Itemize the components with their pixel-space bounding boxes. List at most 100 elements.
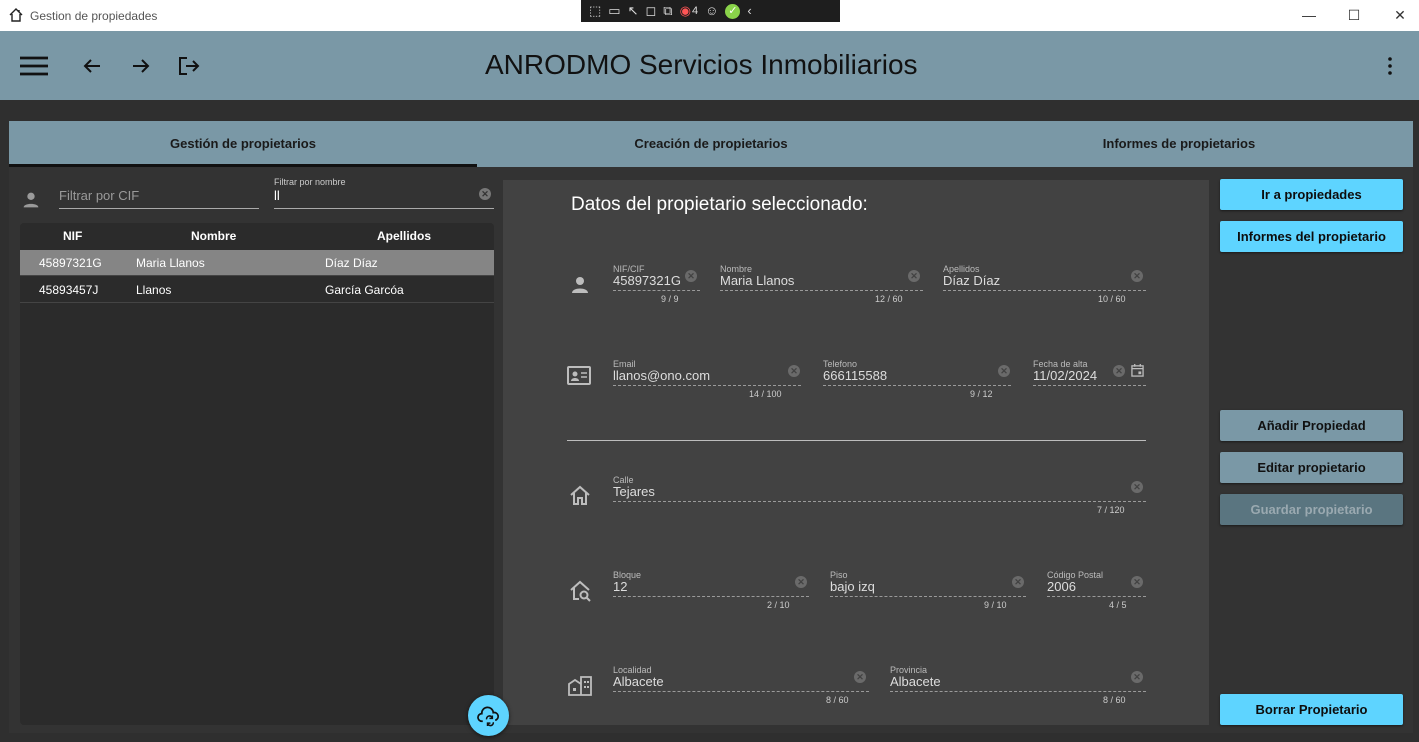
chevron-left-icon[interactable]: ‹ <box>747 3 751 19</box>
person-icon <box>572 277 588 293</box>
email-counter: 14 / 100 <box>749 389 782 399</box>
cp-value: 2006 <box>1047 579 1076 594</box>
provincia-field[interactable]: Provincia Albacete ✕ 8 / 60 <box>890 665 1146 709</box>
anadir-propiedad-button[interactable]: Añadir Propiedad <box>1220 410 1403 441</box>
clear-filter-icon[interactable]: ✕ <box>479 188 491 200</box>
debug-error-icon[interactable]: ◉ <box>680 3 691 19</box>
editar-propietario-button[interactable]: Editar propietario <box>1220 452 1403 483</box>
nif-value: 45897321G <box>613 273 681 288</box>
bloque-value: 12 <box>613 579 628 594</box>
contact-card-icon <box>567 366 591 385</box>
informes-propietario-button[interactable]: Informes del propietario <box>1220 221 1403 252</box>
clear-icon[interactable]: ✕ <box>854 671 866 683</box>
back-arrow-icon[interactable] <box>78 51 108 81</box>
logout-icon[interactable] <box>174 51 204 81</box>
cloud-sync-icon <box>477 706 500 727</box>
nombre-filter-input[interactable]: Filtrar por nombre ll ✕ <box>274 177 494 209</box>
cell-nombre: Llanos <box>136 283 172 297</box>
guardar-propietario-button: Guardar propietario <box>1220 494 1403 525</box>
clear-icon[interactable]: ✕ <box>1012 576 1024 588</box>
clear-icon[interactable]: ✕ <box>1131 270 1143 282</box>
clear-icon[interactable]: ✕ <box>998 365 1010 377</box>
owner-detail-panel <box>503 180 1209 725</box>
person-icon <box>23 192 39 208</box>
forward-arrow-icon[interactable] <box>126 51 156 81</box>
detail-title: Datos del propietario seleccionado: <box>571 194 868 215</box>
nombre-field[interactable]: Nombre Maria Llanos ✕ 12 / 60 <box>720 264 923 308</box>
table-row[interactable]: 45897321G Maria Llanos Díaz Díaz <box>20 250 494 276</box>
column-header-apellidos[interactable]: Apellidos <box>377 223 431 249</box>
fecha-alta-field[interactable]: Fecha de alta 11/02/2024 ✕ <box>1033 359 1146 403</box>
clear-icon[interactable]: ✕ <box>1113 365 1125 377</box>
apellidos-field[interactable]: Apellidos Díaz Díaz ✕ 10 / 60 <box>943 264 1146 308</box>
table-row[interactable]: 45893457J Llanos García Garcóa <box>20 277 494 303</box>
cif-filter-placeholder: Filtrar por CIF <box>59 188 140 203</box>
nombre-counter: 12 / 60 <box>875 294 903 304</box>
calle-counter: 7 / 120 <box>1097 505 1125 515</box>
clear-icon[interactable]: ✕ <box>908 270 920 282</box>
cell-apellidos: Díaz Díaz <box>325 256 378 270</box>
piso-value: bajo izq <box>830 579 875 594</box>
telefono-field[interactable]: Telefono 666115588 ✕ 9 / 12 <box>823 359 1011 403</box>
apellidos-value: Díaz Díaz <box>943 273 1001 288</box>
clear-icon[interactable]: ✕ <box>788 365 800 377</box>
section-divider <box>567 440 1146 441</box>
maximize-button[interactable]: ☐ <box>1331 0 1377 31</box>
app-title: ANRODMO Servicios Inmobiliarios <box>485 49 918 80</box>
tab-bar: Gestión de propietarios Creación de prop… <box>9 121 1413 167</box>
tab-creacion[interactable]: Creación de propietarios <box>477 121 945 167</box>
tab-informes[interactable]: Informes de propietarios <box>945 121 1413 167</box>
bloque-counter: 2 / 10 <box>767 600 790 610</box>
column-header-nombre[interactable]: Nombre <box>191 223 236 249</box>
debug-frame-icon[interactable]: ◻ <box>646 3 657 19</box>
check-icon[interactable]: ✓ <box>725 3 741 19</box>
cp-counter: 4 / 5 <box>1109 600 1127 610</box>
clear-icon[interactable]: ✕ <box>1131 481 1143 493</box>
debug-adorner-icon[interactable]: ⧉ <box>663 3 672 19</box>
calendar-icon[interactable] <box>1131 364 1144 377</box>
bloque-field[interactable]: Bloque 12 ✕ 2 / 10 <box>613 570 809 614</box>
close-button[interactable]: ✕ <box>1377 0 1419 31</box>
fecha-value: 11/02/2024 <box>1033 368 1098 383</box>
column-header-nif[interactable]: NIF <box>63 223 82 249</box>
cloud-sync-button[interactable] <box>468 695 509 736</box>
debug-video-icon[interactable]: ▭ <box>608 3 620 19</box>
clear-icon[interactable]: ✕ <box>795 576 807 588</box>
cif-filter-input[interactable]: Filtrar por CIF <box>59 185 259 209</box>
menu-icon[interactable] <box>19 51 49 81</box>
cell-nif: 45897321G <box>39 256 102 270</box>
home-icon <box>570 485 590 505</box>
nombre-filter-value: ll <box>274 188 280 203</box>
piso-field[interactable]: Piso bajo izq ✕ 9 / 10 <box>830 570 1026 614</box>
table-header: NIF Nombre Apellidos <box>20 223 494 249</box>
telefono-value: 666115588 <box>823 368 888 383</box>
cell-nombre: Maria Llanos <box>136 256 205 270</box>
localidad-value: Albacete <box>613 674 664 689</box>
debug-select-icon[interactable]: ⬚ <box>589 3 601 19</box>
more-vert-icon[interactable] <box>1376 51 1406 81</box>
provincia-value: Albacete <box>890 674 941 689</box>
debug-pointer-icon[interactable]: ↖ <box>628 3 639 19</box>
ir-propiedades-button[interactable]: Ir a propiedades <box>1220 179 1403 210</box>
borrar-propietario-button[interactable]: Borrar Propietario <box>1220 694 1403 725</box>
clear-icon[interactable]: ✕ <box>685 270 697 282</box>
minimize-button[interactable]: — <box>1286 0 1332 31</box>
clear-icon[interactable]: ✕ <box>1131 671 1143 683</box>
clear-icon[interactable]: ✕ <box>1131 576 1143 588</box>
accessibility-icon[interactable]: ☺ <box>705 3 718 19</box>
tab-gestion[interactable]: Gestión de propietarios <box>9 121 477 167</box>
city-icon <box>568 676 592 696</box>
calle-field[interactable]: Calle Tejares ✕ 7 / 120 <box>613 475 1146 519</box>
apellidos-counter: 10 / 60 <box>1098 294 1126 304</box>
debug-toolbar[interactable]: ⬚ ▭ ↖ ◻ ⧉ ◉ 4 ☺ ✓ ‹ <box>581 0 840 22</box>
nif-counter: 9 / 9 <box>661 294 679 304</box>
debug-count: 4 <box>691 5 699 17</box>
app-bar: ANRODMO Servicios Inmobiliarios <box>0 31 1419 100</box>
home-search-icon <box>570 580 591 602</box>
nombre-value: Maria Llanos <box>720 273 795 288</box>
email-field[interactable]: Email llanos@ono.com ✕ 14 / 100 <box>613 359 801 403</box>
piso-counter: 9 / 10 <box>984 600 1007 610</box>
localidad-field[interactable]: Localidad Albacete ✕ 8 / 60 <box>613 665 869 709</box>
codigo-postal-field[interactable]: Código Postal 2006 ✕ 4 / 5 <box>1047 570 1146 614</box>
nif-field[interactable]: NIF/CIF 45897321G ✕ 9 / 9 <box>613 264 700 308</box>
